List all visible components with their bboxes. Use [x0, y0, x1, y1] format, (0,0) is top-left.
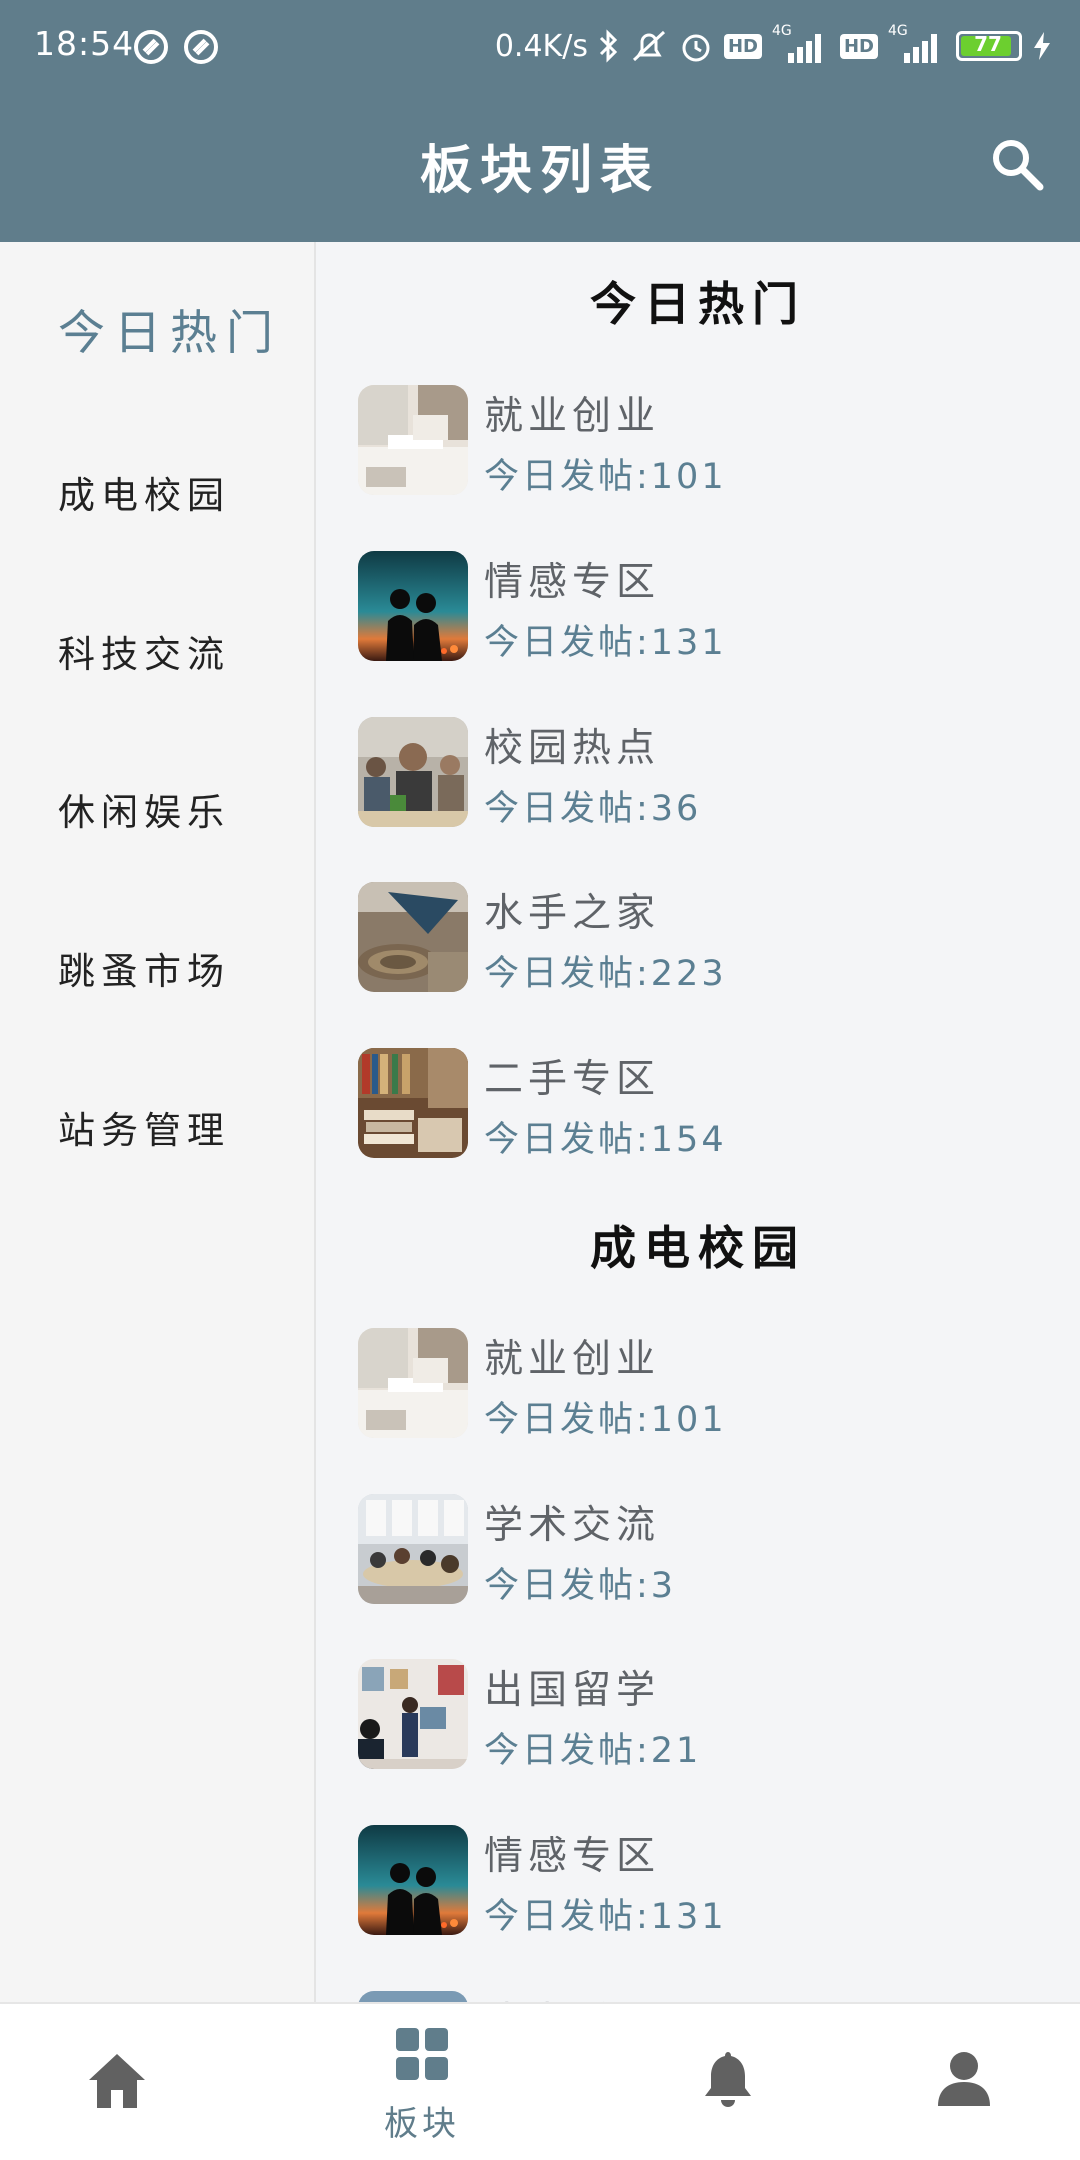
- status-time: 18:54: [34, 24, 135, 63]
- board-name: 就业创业: [484, 1337, 661, 1382]
- couple-sunset-image-icon: [358, 1825, 468, 1935]
- board-name: 校园热点: [484, 726, 661, 771]
- board-item[interactable]: 情感专区 今日发帖:131: [358, 551, 1038, 663]
- status-bar: 18:54 0.4K/s HD 4G HD 4G 77: [0, 0, 1080, 92]
- sidebar-item-hot[interactable]: 今日热门: [58, 294, 282, 363]
- board-post-count: 今日发帖:131: [484, 1897, 727, 1937]
- board-post-count: 今日发帖:154: [484, 1120, 727, 1160]
- board-item[interactable]: 情感专区 今日发帖:131: [358, 1825, 1038, 1937]
- board-list[interactable]: 今日热门 就业创业 今日发帖:101 情感专区 今日发帖:131 校园热点 今日…: [316, 242, 1080, 2002]
- sidebar-item-leisure[interactable]: 休闲娱乐: [58, 782, 230, 836]
- tab-boards[interactable]: 板块: [322, 2004, 522, 2160]
- board-thumbnail: [358, 1494, 468, 1604]
- office-desk-image-icon: [358, 1328, 468, 1438]
- tab-profile[interactable]: [864, 2004, 1064, 2160]
- board-item[interactable]: 二手专区 今日发帖:154: [358, 1048, 1038, 1160]
- board-name: 水手之家: [484, 891, 661, 936]
- signal-icon-2: 4G: [888, 23, 946, 63]
- grid-icon: [396, 2028, 448, 2080]
- board-thumbnail: [358, 1328, 468, 1438]
- board-item[interactable]: 就业创业 今日发帖:101: [358, 1328, 1038, 1440]
- landscape-image-icon: [358, 1991, 468, 2002]
- signal-bars-icon: [787, 34, 821, 63]
- board-post-count: 今日发帖:36: [484, 789, 702, 829]
- notification-app-icon-2: [184, 30, 218, 64]
- board-post-count: 今日发帖:223: [484, 954, 727, 994]
- board-item[interactable]: 校园热点 今日发帖:36: [358, 717, 1038, 829]
- board-name: 二手专区: [484, 1057, 661, 1102]
- board-post-count: 今日发帖:101: [484, 1400, 727, 1440]
- search-icon[interactable]: [988, 135, 1046, 193]
- board-item[interactable]: 水手之家 今日发帖:223: [358, 882, 1038, 994]
- alarm-icon: [682, 34, 710, 62]
- board-thumbnail: [358, 1659, 468, 1769]
- sidebar-item-admin[interactable]: 站务管理: [58, 1100, 230, 1154]
- board-item[interactable]: 成电锐评: [358, 1991, 1038, 2002]
- category-sidebar: 今日热门 成电校园 科技交流 休闲娱乐 跳蚤市场 站务管理: [0, 242, 316, 2002]
- board-thumbnail: [358, 882, 468, 992]
- page-title: 板块列表: [419, 141, 660, 201]
- tab-notifications[interactable]: [628, 2004, 828, 2160]
- gallery-image-icon: [358, 1659, 468, 1769]
- status-right: 0.4K/s HD 4G HD 4G 77: [494, 23, 1052, 68]
- ship-rope-image-icon: [358, 882, 468, 992]
- board-post-count: 今日发帖:101: [484, 457, 727, 497]
- board-name: 就业创业: [484, 394, 661, 439]
- person-icon: [938, 2052, 990, 2106]
- board-name: 情感专区: [484, 560, 661, 605]
- sidebar-item-market[interactable]: 跳蚤市场: [58, 941, 230, 995]
- office-desk-image-icon: [358, 385, 468, 495]
- board-post-count: 今日发帖:21: [484, 1731, 702, 1771]
- hd-badge: HD: [723, 33, 762, 59]
- battery-level: 77: [974, 32, 1002, 56]
- board-post-count: 今日发帖:131: [484, 623, 727, 663]
- classroom-image-icon: [358, 1494, 468, 1604]
- net-speed: 0.4K/s: [494, 28, 588, 64]
- section-title-campus: 成电校园: [590, 1221, 806, 1275]
- section-title-hot: 今日热门: [590, 277, 806, 331]
- bluetooth-icon: [599, 29, 618, 63]
- board-thumbnail: [358, 1991, 468, 2002]
- board-thumbnail: [358, 551, 468, 661]
- board-thumbnail: [358, 1048, 468, 1158]
- campus-crowd-image-icon: [358, 717, 468, 827]
- mute-icon: [632, 30, 665, 62]
- board-item[interactable]: 出国留学 今日发帖:21: [358, 1659, 1038, 1771]
- charging-icon: [1034, 32, 1050, 60]
- sidebar-item-campus[interactable]: 成电校园: [58, 465, 230, 519]
- board-name: 成电锐评: [484, 1991, 660, 2002]
- board-post-count: 今日发帖:3: [484, 1566, 677, 1606]
- app-header: 18:54 0.4K/s HD 4G HD 4G 77 板块列表: [0, 0, 1080, 242]
- board-thumbnail: [358, 717, 468, 827]
- board-name: 出国留学: [484, 1668, 661, 1713]
- couple-sunset-image-icon: [358, 551, 468, 661]
- board-thumbnail: [358, 385, 468, 495]
- board-item[interactable]: 学术交流 今日发帖:3: [358, 1494, 1038, 1606]
- sidebar-item-tech[interactable]: 科技交流: [58, 624, 230, 678]
- board-name: 学术交流: [484, 1503, 661, 1548]
- board-thumbnail: [358, 1825, 468, 1935]
- battery-icon: 77: [956, 31, 1022, 61]
- board-item[interactable]: 就业创业 今日发帖:101: [358, 385, 1038, 497]
- bottom-nav: 板块: [0, 2002, 1080, 2160]
- hd-badge-2: HD: [839, 33, 878, 59]
- tab-boards-label: 板块: [384, 2104, 460, 2144]
- signal-bars-icon-2: [904, 34, 937, 63]
- bell-icon: [705, 2052, 751, 2107]
- notification-app-icon: [134, 30, 168, 64]
- home-icon: [89, 2054, 145, 2108]
- signal-icon: 4G: [772, 23, 830, 63]
- board-name: 情感专区: [484, 1834, 661, 1879]
- bookstore-image-icon: [358, 1048, 468, 1158]
- tab-home[interactable]: [17, 2004, 217, 2160]
